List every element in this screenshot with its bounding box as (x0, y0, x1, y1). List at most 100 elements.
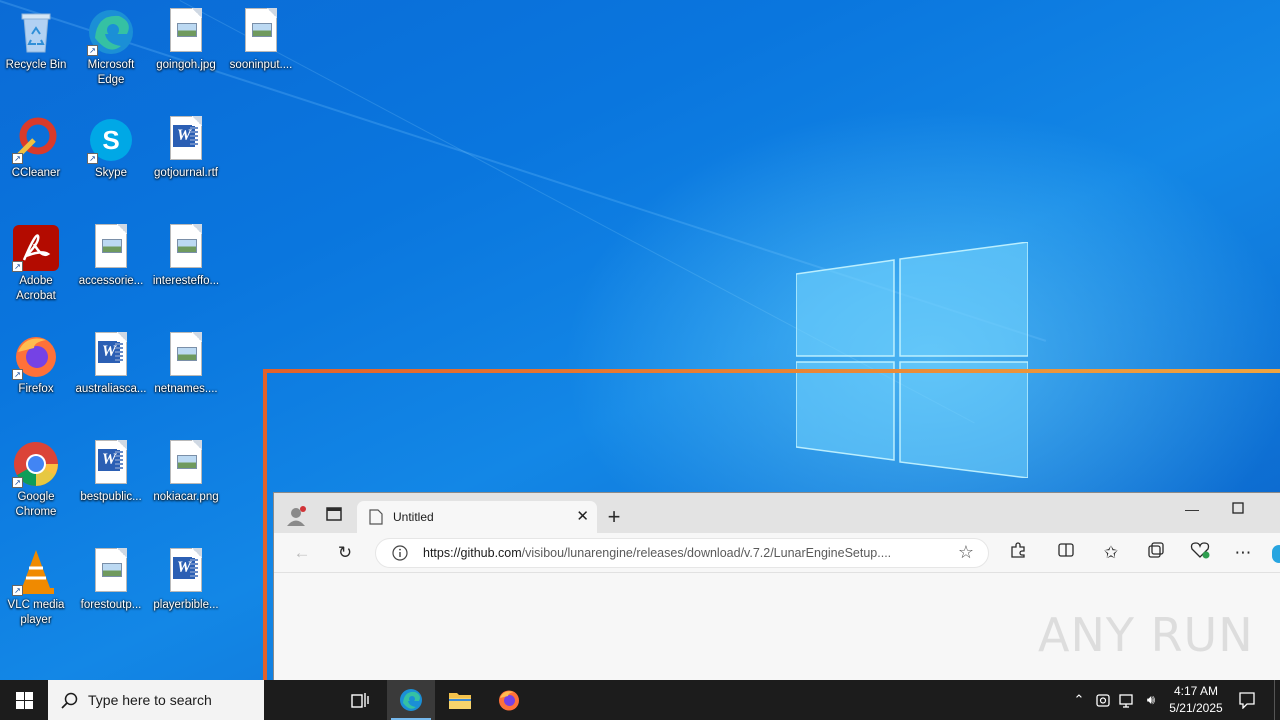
taskbar-clock[interactable]: 4:17 AM 5/21/2025 (1164, 683, 1228, 717)
meet-now-icon[interactable] (1092, 680, 1114, 720)
ccleaner-icon: ↗ (12, 116, 60, 164)
favorite-star-icon[interactable]: ☆ (958, 542, 974, 563)
adobe-acrobat-icon: ↗ (12, 224, 60, 272)
desktop-icon-firefox[interactable]: ↗ Firefox (0, 332, 72, 397)
task-view-icon (351, 693, 369, 708)
show-desktop-divider[interactable] (1274, 680, 1275, 720)
split-screen-icon[interactable] (1054, 541, 1078, 565)
image-file-icon (162, 332, 210, 380)
image-file-icon (162, 440, 210, 488)
desktop-icon-label: Google Chrome (15, 491, 57, 518)
collections-icon[interactable] (1144, 541, 1168, 565)
desktop-icon-ccleaner[interactable]: ↗ CCleaner (0, 116, 72, 181)
desktop-icon-label: nokiacar.png (153, 491, 219, 503)
vlc-cone-icon: ↗ (12, 548, 60, 596)
page-icon (369, 509, 383, 530)
image-file-icon (237, 8, 285, 56)
desktop-icon-vlc[interactable]: ↗ VLC media player (0, 548, 72, 628)
action-center-icon[interactable] (1234, 680, 1260, 720)
desktop-icon-label: goingoh.jpg (156, 59, 216, 71)
desktop-icon-skype[interactable]: S ↗ Skype (75, 116, 147, 181)
shortcut-arrow-icon: ↗ (87, 45, 98, 56)
image-file-icon (162, 224, 210, 272)
desktop-icon-image-file[interactable]: netnames.... (150, 332, 222, 397)
firefox-icon: ↗ (12, 332, 60, 380)
desktop-icon-label: interesteffo... (152, 275, 220, 287)
desktop-icon-label: CCleaner (11, 167, 61, 179)
svg-text:S: S (102, 125, 119, 155)
shortcut-arrow-icon: ↗ (12, 261, 23, 272)
url-host: https://github.com (423, 546, 522, 560)
shortcut-arrow-icon: ↗ (87, 153, 98, 164)
desktop-icon-label: Microsoft Edge (87, 59, 135, 86)
minimize-icon[interactable]: — (1180, 497, 1204, 521)
highlight-frame-left (263, 369, 267, 680)
desktop-icon-recycle-bin[interactable]: Recycle Bin (0, 8, 72, 73)
word-document-icon: W (162, 548, 210, 596)
desktop-icon-label: gotjournal.rtf (154, 167, 218, 179)
desktop-icon-word-file[interactable]: W playerbible... (150, 548, 222, 613)
desktop-icon-image-file[interactable]: accessorie... (75, 224, 147, 289)
tab-untitled[interactable]: Untitled ✕ (357, 501, 597, 533)
tab-actions-icon[interactable] (322, 505, 346, 529)
shortcut-arrow-icon: ↗ (12, 477, 23, 488)
desktop-icon-label: sooninput.... (229, 59, 293, 71)
taskbar-edge-button[interactable] (387, 680, 435, 720)
task-view-button[interactable] (336, 680, 384, 720)
desktop-icon-label: VLC media player (7, 599, 65, 626)
desktop-icon-image-file[interactable]: nokiacar.png (150, 440, 222, 505)
desktop-icon-label: Firefox (18, 383, 54, 395)
desktop-icon-label: Adobe Acrobat (16, 275, 56, 302)
desktop-icon-image-file[interactable]: goingoh.jpg (150, 8, 222, 73)
anyrun-watermark: ANY RUN (1038, 608, 1254, 662)
url-path: /visibou/lunarengine/releases/download/v… (521, 546, 892, 560)
desktop-icon-word-file[interactable]: W bestpublic... (75, 440, 147, 505)
new-tab-icon[interactable]: + (602, 505, 626, 529)
desktop-icon-word-file[interactable]: W australiasca... (75, 332, 147, 397)
maximize-icon[interactable] (1226, 497, 1250, 521)
site-info-icon[interactable] (392, 545, 408, 566)
clock-time: 4:17 AM (1173, 684, 1219, 698)
copilot-icon[interactable] (1272, 545, 1280, 563)
taskbar-firefox-button[interactable] (485, 680, 533, 720)
close-tab-icon[interactable]: ✕ (576, 507, 589, 525)
desktop-icon-label: netnames.... (154, 383, 218, 395)
show-hidden-icons-chevron-icon[interactable]: ⌃ (1068, 680, 1090, 720)
address-bar[interactable]: https://github.com/visibou/lunarengine/r… (375, 538, 989, 568)
tab-title: Untitled (393, 510, 434, 524)
desktop-icon-label: bestpublic... (80, 491, 142, 503)
favorites-icon[interactable]: ✩ (1099, 541, 1123, 565)
desktop-icon-image-file[interactable]: forestoutp... (75, 548, 147, 613)
browser-toolbar: ← ↻ https://github.com/visibou/lunarengi… (274, 533, 1280, 573)
search-icon (61, 692, 78, 709)
refresh-icon[interactable]: ↻ (333, 541, 357, 565)
search-placeholder: Type here to search (88, 692, 212, 708)
desktop-icon-image-file[interactable]: interesteffo... (150, 224, 222, 289)
desktop-icon-word-file[interactable]: W gotjournal.rtf (150, 116, 222, 181)
windows-start-icon (16, 692, 33, 709)
settings-more-icon[interactable]: ⋯ (1231, 541, 1255, 565)
desktop: Recycle Bin ↗ CCleaner ↗ Adobe Acrobat ↗… (0, 0, 1280, 680)
desktop-icon-adobe-acrobat[interactable]: ↗ Adobe Acrobat (0, 224, 72, 304)
browser-essentials-icon[interactable] (1188, 541, 1212, 565)
desktop-icon-microsoft-edge[interactable]: ↗ Microsoft Edge (75, 8, 147, 88)
url-text: https://github.com/visibou/lunarengine/r… (423, 546, 945, 560)
network-icon[interactable] (1116, 680, 1138, 720)
folder-icon (449, 693, 471, 709)
desktop-icon-google-chrome[interactable]: ↗ Google Chrome (0, 440, 72, 520)
volume-icon[interactable]: 🔊︎ (1140, 680, 1162, 720)
image-file-icon (162, 8, 210, 56)
firefox-icon (499, 690, 519, 711)
back-icon[interactable]: ← (290, 541, 314, 565)
word-document-icon: W (87, 440, 135, 488)
taskbar-file-explorer-button[interactable] (436, 680, 484, 720)
taskbar-search-box[interactable]: Type here to search (48, 680, 264, 720)
extensions-icon[interactable] (1006, 541, 1030, 565)
profile-icon[interactable] (284, 505, 308, 529)
image-file-icon (87, 548, 135, 596)
start-button[interactable] (0, 680, 48, 720)
clock-date: 5/21/2025 (1169, 701, 1223, 715)
desktop-icon-label: playerbible... (153, 599, 219, 611)
shortcut-arrow-icon: ↗ (12, 585, 23, 596)
desktop-icon-image-file[interactable]: sooninput.... (225, 8, 297, 73)
